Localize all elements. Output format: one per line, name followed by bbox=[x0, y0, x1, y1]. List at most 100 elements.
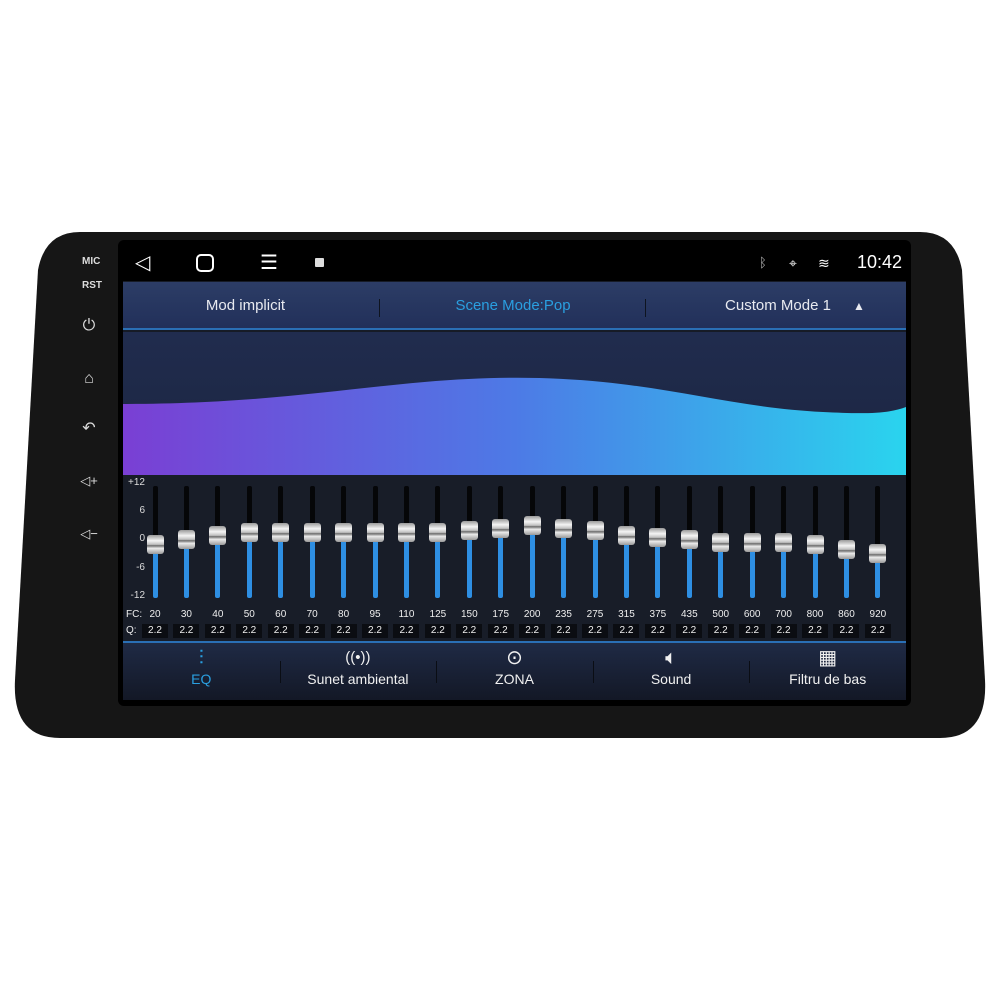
slider-fill bbox=[592, 530, 598, 598]
slider-fill bbox=[341, 532, 347, 598]
q-value[interactable]: 2.2 bbox=[582, 624, 609, 638]
fc-value: 110 bbox=[398, 609, 415, 620]
q-value[interactable]: 2.2 bbox=[864, 624, 891, 638]
clock: 10:42 bbox=[856, 252, 902, 272]
slider-knob[interactable] bbox=[366, 523, 384, 543]
tab-sunet-ambiental[interactable]: ((•)) Sunet ambiental bbox=[280, 643, 437, 700]
slider-knob[interactable] bbox=[335, 523, 353, 543]
tab-filtru-de-bas[interactable]: ▦ Filtru de bas bbox=[749, 643, 906, 700]
fc-value: 200 bbox=[523, 609, 541, 620]
q-value[interactable]: 2.2 bbox=[487, 624, 514, 638]
fc-value: 800 bbox=[806, 609, 824, 620]
slider-knob[interactable] bbox=[177, 530, 195, 550]
tab-zona[interactable]: ⊙ ZONA bbox=[436, 643, 593, 700]
volume-up-icon[interactable]: ◁+ bbox=[78, 470, 100, 492]
tab-sound[interactable]: 🔈︎ Sound bbox=[593, 643, 750, 700]
slider-knob[interactable] bbox=[555, 518, 573, 538]
slider-knob[interactable] bbox=[775, 532, 793, 552]
divider bbox=[645, 299, 646, 317]
chevron-up-icon[interactable]: ▲ bbox=[849, 282, 869, 330]
slider-knob[interactable] bbox=[240, 523, 258, 543]
back-icon[interactable]: ↶ bbox=[78, 418, 100, 440]
home-icon[interactable]: ⌂ bbox=[78, 368, 100, 390]
fc-value: 40 bbox=[212, 609, 224, 620]
slider-knob[interactable] bbox=[712, 532, 730, 552]
nav-menu-icon[interactable]: ☰ bbox=[260, 251, 278, 275]
q-value[interactable]: 2.2 bbox=[519, 624, 546, 638]
eq-curve bbox=[123, 332, 906, 475]
q-value[interactable]: 2.2 bbox=[362, 624, 388, 638]
slider-knob[interactable] bbox=[869, 544, 887, 564]
q-value[interactable]: 2.2 bbox=[299, 624, 326, 638]
tab-label: Sound bbox=[650, 671, 692, 687]
q-value[interactable]: 2.2 bbox=[802, 624, 829, 638]
mic-label: MIC bbox=[82, 256, 101, 267]
q-value[interactable]: 2.2 bbox=[173, 624, 200, 638]
equalizer-panel: +12 6 0 -6 -12 FC: Q: 20 2.2 30 2.2 40 2… bbox=[123, 475, 906, 641]
q-value[interactable]: 2.2 bbox=[676, 624, 703, 638]
q-value[interactable]: 2.2 bbox=[456, 624, 483, 638]
q-value[interactable]: 2.2 bbox=[644, 624, 671, 638]
volume-down-icon[interactable]: ◁− bbox=[78, 523, 100, 545]
fc-value: 920 bbox=[869, 609, 887, 620]
slider-fill bbox=[435, 532, 441, 598]
slider-fill bbox=[309, 532, 315, 598]
slider-knob[interactable] bbox=[209, 525, 227, 545]
slider-knob[interactable] bbox=[523, 516, 541, 536]
q-value[interactable]: 2.2 bbox=[770, 624, 797, 638]
divider bbox=[592, 661, 594, 683]
wifi-icon: ≋ bbox=[818, 255, 830, 271]
q-value[interactable]: 2.2 bbox=[204, 624, 231, 638]
slider-knob[interactable] bbox=[492, 518, 510, 538]
slider-knob[interactable] bbox=[649, 527, 667, 547]
equalizer-icon: ⫶ bbox=[198, 647, 204, 669]
slider-knob[interactable] bbox=[743, 532, 761, 552]
slider-knob[interactable] bbox=[429, 523, 447, 543]
bluetooth-icon: ᛒ bbox=[759, 255, 767, 270]
slider-knob[interactable] bbox=[586, 520, 604, 540]
q-value[interactable]: 2.2 bbox=[424, 624, 451, 638]
mode-header: Mod implicit Scene Mode:Pop Custom Mode … bbox=[123, 282, 906, 330]
nav-home-icon[interactable] bbox=[196, 254, 214, 272]
scene-mode-button[interactable]: Scene Mode:Pop bbox=[423, 282, 603, 330]
slider-knob[interactable] bbox=[617, 525, 635, 545]
q-value[interactable]: 2.2 bbox=[550, 624, 577, 638]
axis-label: -12 bbox=[130, 590, 145, 601]
reset-button[interactable]: RST bbox=[82, 280, 102, 291]
slider-knob[interactable] bbox=[146, 534, 164, 554]
fc-value: 700 bbox=[775, 609, 792, 620]
q-value[interactable]: 2.2 bbox=[330, 624, 357, 638]
zone-target-icon: ⊙ bbox=[506, 647, 523, 669]
q-value[interactable]: 2.2 bbox=[833, 624, 860, 638]
slider-fill bbox=[498, 528, 504, 598]
surround-icon: ((•)) bbox=[345, 649, 371, 666]
location-icon: ⌖ bbox=[789, 255, 797, 271]
default-mode-button[interactable]: Mod implicit bbox=[163, 282, 328, 330]
slider-fill bbox=[246, 532, 252, 598]
slider-knob[interactable] bbox=[460, 520, 478, 540]
q-value[interactable]: 2.2 bbox=[236, 624, 263, 638]
q-value[interactable]: 2.2 bbox=[267, 624, 294, 638]
q-value[interactable]: 2.2 bbox=[393, 624, 420, 638]
divider bbox=[379, 299, 380, 317]
q-value[interactable]: 2.2 bbox=[613, 624, 640, 638]
slider-knob[interactable] bbox=[837, 539, 855, 559]
custom-mode-select[interactable]: Custom Mode 1 bbox=[708, 282, 848, 330]
slider-knob[interactable] bbox=[806, 534, 824, 554]
fc-value: 275 bbox=[586, 609, 604, 620]
slider-knob[interactable] bbox=[397, 523, 415, 543]
power-icon[interactable]: ⏻ bbox=[78, 315, 100, 337]
slider-knob[interactable] bbox=[680, 530, 698, 550]
slider-fill bbox=[403, 532, 409, 598]
nav-back-icon[interactable]: ◁ bbox=[135, 251, 150, 275]
slider-fill bbox=[466, 530, 472, 598]
q-value[interactable]: 2.2 bbox=[739, 624, 766, 638]
gallery-icon[interactable] bbox=[315, 258, 324, 267]
tab-label: EQ bbox=[191, 671, 212, 687]
tab-label: Filtru de bas bbox=[789, 671, 867, 687]
slider-knob[interactable] bbox=[272, 523, 290, 543]
slider-knob[interactable] bbox=[303, 523, 321, 543]
tab-eq[interactable]: ⫶ EQ bbox=[123, 643, 280, 700]
q-value[interactable]: 2.2 bbox=[707, 624, 734, 638]
q-value[interactable]: 2.2 bbox=[142, 624, 168, 638]
